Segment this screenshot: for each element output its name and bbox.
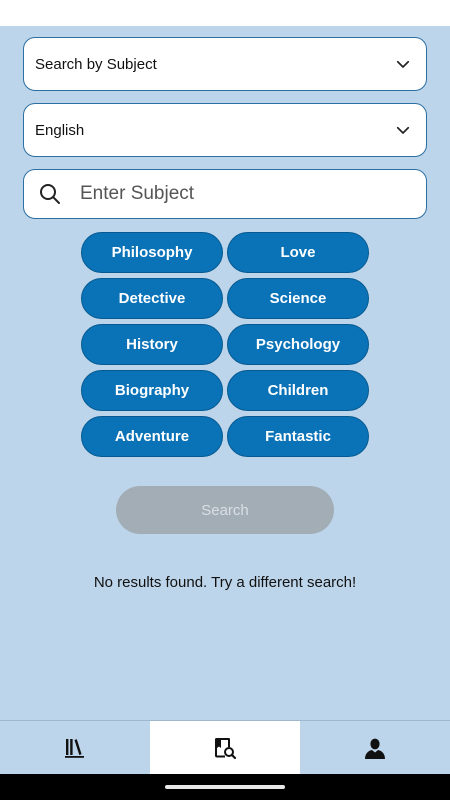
subject-input[interactable] <box>80 183 412 205</box>
book-search-icon <box>215 737 237 759</box>
library-icon <box>65 738 84 758</box>
subject-search-field[interactable] <box>23 169 427 219</box>
no-results-message: No results found. Try a different search… <box>93 574 357 591</box>
subject-chip-adventure[interactable]: Adventure <box>81 416 223 457</box>
subject-chip-science[interactable]: Science <box>227 278 369 319</box>
subject-chip-history[interactable]: History <box>81 324 223 365</box>
chevron-down-icon <box>396 126 410 134</box>
chevron-down-icon <box>396 60 410 68</box>
subject-chip-fantastic[interactable]: Fantastic <box>227 416 369 457</box>
subject-chip-children[interactable]: Children <box>227 370 369 411</box>
nav-book-search[interactable] <box>150 721 300 774</box>
subject-chip-love[interactable]: Love <box>227 232 369 273</box>
subject-chip-biography[interactable]: Biography <box>81 370 223 411</box>
search-mode-value: Search by Subject <box>35 55 157 73</box>
subject-chip-psychology[interactable]: Psychology <box>227 324 369 365</box>
nav-profile[interactable] <box>300 721 450 774</box>
bottom-navigation <box>0 720 450 774</box>
language-dropdown[interactable]: English <box>23 103 427 157</box>
search-icon <box>40 184 60 204</box>
nav-library[interactable] <box>0 721 150 774</box>
subject-chip-detective[interactable]: Detective <box>81 278 223 319</box>
search-mode-dropdown[interactable]: Search by Subject <box>23 37 427 91</box>
system-navigation-bar <box>0 774 450 800</box>
profile-icon <box>365 738 385 759</box>
search-button[interactable]: Search <box>116 486 334 534</box>
language-value: English <box>35 121 85 139</box>
gesture-handle[interactable] <box>165 785 285 789</box>
subject-chip-philosophy[interactable]: Philosophy <box>81 232 223 273</box>
status-bar <box>0 0 450 26</box>
subject-chips: Philosophy Love Detective Science Histor… <box>81 232 369 457</box>
